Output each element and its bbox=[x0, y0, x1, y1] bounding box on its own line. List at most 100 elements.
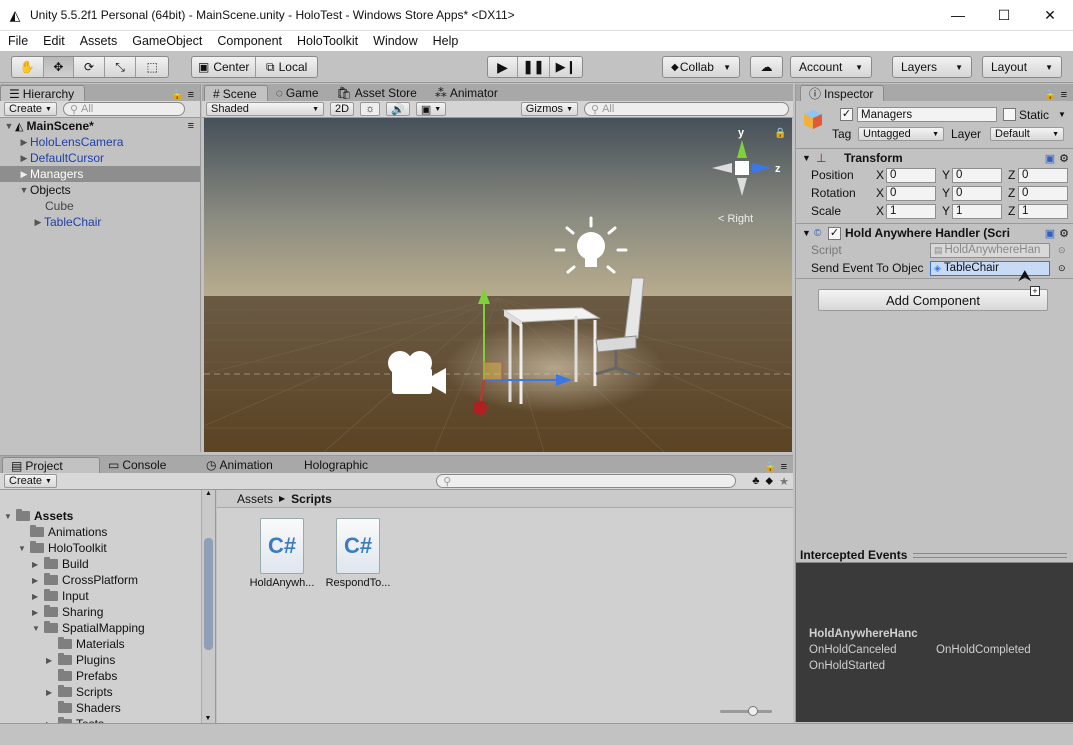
project-search-input[interactable]: ⚲ bbox=[436, 474, 737, 488]
scene-search-input[interactable]: ⚲ All bbox=[584, 102, 789, 116]
tab-animation[interactable]: ◷ Animation bbox=[198, 457, 296, 473]
icon-size-slider[interactable] bbox=[720, 706, 772, 716]
tab-game[interactable]: ◌ Game bbox=[268, 85, 329, 101]
panel-menu-icon[interactable]: ≡ bbox=[1061, 89, 1067, 101]
intercepted-events-header[interactable]: Intercepted Events bbox=[796, 548, 1073, 563]
collapsed-arrow-icon[interactable]: ▶ bbox=[46, 688, 58, 697]
menu-gameobject[interactable]: GameObject bbox=[124, 34, 209, 48]
collapsed-arrow-icon[interactable]: ▶ bbox=[32, 560, 44, 569]
tab-animator[interactable]: ⁂ Animator bbox=[427, 85, 508, 101]
object-picker-icon[interactable]: ⊙ bbox=[1058, 263, 1066, 274]
tree-item[interactable]: Animations bbox=[0, 524, 107, 540]
menu-window[interactable]: Window bbox=[365, 34, 424, 48]
scale-z-input[interactable]: 1 bbox=[1018, 203, 1068, 219]
active-checkbox[interactable]: ✓ bbox=[840, 108, 853, 121]
account-dropdown[interactable]: Account ▼ bbox=[790, 56, 872, 78]
hierarchy-item-defaultcursor[interactable]: ▶ DefaultCursor bbox=[0, 150, 200, 166]
filter-label-icon[interactable]: ⬥ bbox=[765, 475, 773, 488]
rect-tool-button[interactable]: ⬚ bbox=[136, 57, 168, 77]
center-toggle[interactable]: ▣ Center bbox=[192, 57, 257, 77]
breadcrumb-assets[interactable]: Assets bbox=[237, 492, 273, 506]
hierarchy-create-button[interactable]: Create ▼ bbox=[4, 102, 57, 116]
tree-item[interactable]: Prefabs bbox=[0, 668, 117, 684]
expand-arrow-icon[interactable]: ▼ bbox=[18, 544, 30, 553]
step-button[interactable]: ▶❙ bbox=[550, 57, 582, 77]
rotation-x-input[interactable]: 0 bbox=[886, 185, 936, 201]
tree-item[interactable]: ▼ Assets bbox=[0, 508, 73, 524]
tab-inspector[interactable]: ⓘ Inspector bbox=[800, 85, 885, 101]
tree-item[interactable]: ▶ Scripts bbox=[0, 684, 113, 700]
panel-menu-icon[interactable]: ≡ bbox=[188, 89, 194, 101]
hierarchy-item-hololenscamera[interactable]: ▶ HoloLensCamera bbox=[0, 134, 200, 150]
gear-icon[interactable]: ⚙ bbox=[1059, 152, 1069, 165]
layers-dropdown[interactable]: Layers ▼ bbox=[892, 56, 972, 78]
gear-icon[interactable]: ⚙ bbox=[1059, 227, 1069, 240]
2d-toggle[interactable]: 2D bbox=[330, 102, 355, 116]
add-component-button[interactable]: Add Component bbox=[818, 289, 1048, 311]
rotation-z-input[interactable]: 0 bbox=[1018, 185, 1068, 201]
tab-holographic[interactable]: Holographic bbox=[296, 457, 378, 473]
help-icon[interactable]: ▣ bbox=[1045, 227, 1055, 240]
position-x-input[interactable]: 0 bbox=[886, 167, 936, 183]
component-header[interactable]: ▼ © ✓ Hold Anywhere Handler (Scri ▣ ⚙ bbox=[796, 224, 1073, 242]
position-z-input[interactable]: 0 bbox=[1018, 167, 1068, 183]
component-enabled-checkbox[interactable]: ✓ bbox=[828, 226, 841, 240]
hierarchy-item-managers[interactable]: ▶ Managers bbox=[0, 166, 200, 182]
layout-dropdown[interactable]: Layout ▼ bbox=[982, 56, 1062, 78]
slider-handle[interactable] bbox=[748, 706, 758, 716]
shading-mode-dropdown[interactable]: Shaded ▼ bbox=[206, 102, 324, 116]
scale-y-input[interactable]: 1 bbox=[952, 203, 1002, 219]
hierarchy-search-input[interactable]: ⚲ All bbox=[62, 102, 185, 116]
move-tool-button[interactable]: ✥ bbox=[43, 57, 75, 77]
hierarchy-item-scene[interactable]: ▼ ◭ MainScene* ≡ bbox=[0, 118, 200, 134]
tree-item[interactable]: ▶ CrossPlatform bbox=[0, 572, 138, 588]
hierarchy-item-objects[interactable]: ▼ Objects bbox=[0, 182, 200, 198]
help-icon[interactable]: ▣ bbox=[1045, 152, 1055, 165]
static-checkbox[interactable] bbox=[1003, 108, 1016, 121]
hierarchy-item-cube[interactable]: Cube bbox=[0, 198, 200, 214]
lighting-toggle[interactable]: ☼ bbox=[360, 102, 381, 116]
position-y-input[interactable]: 0 bbox=[952, 167, 1002, 183]
scale-x-input[interactable]: 1 bbox=[886, 203, 936, 219]
gizmo-lock-icon[interactable]: 🔒 bbox=[774, 127, 786, 139]
transform-header[interactable]: ▼ ⊥ Transform ▣ ⚙ bbox=[796, 149, 1073, 167]
tree-item[interactable]: ▼ SpatialMapping bbox=[0, 620, 145, 636]
play-button[interactable]: ▶ bbox=[488, 57, 518, 77]
asset-file[interactable]: C# HoldAnywh... bbox=[247, 518, 317, 589]
panel-menu-icon[interactable]: ≡ bbox=[781, 461, 787, 473]
breadcrumb-scripts[interactable]: Scripts bbox=[291, 492, 332, 506]
asset-file[interactable]: C# RespondTo... bbox=[323, 518, 393, 589]
effects-dropdown[interactable]: ▣ ▼ bbox=[415, 102, 447, 116]
tree-item[interactable]: ▶ Sharing bbox=[0, 604, 103, 620]
rotate-tool-button[interactable]: ⟳ bbox=[74, 57, 105, 77]
collapsed-arrow-icon[interactable]: ▶ bbox=[32, 608, 44, 617]
tab-hierarchy[interactable]: ☰ Hierarchy bbox=[0, 85, 86, 101]
expand-arrow-icon[interactable]: ▼ bbox=[4, 512, 16, 521]
tab-project[interactable]: ▤ Project bbox=[2, 457, 100, 473]
tab-scene[interactable]: # Scene bbox=[204, 85, 268, 101]
tree-item[interactable]: Shaders bbox=[0, 700, 121, 716]
hand-tool-button[interactable]: ✋ bbox=[12, 57, 44, 77]
minimize-button[interactable]: — bbox=[935, 0, 981, 31]
scene-viewport[interactable]: y z < Right 🔒 bbox=[204, 118, 792, 452]
menu-component[interactable]: Component bbox=[209, 34, 289, 48]
lock-icon[interactable]: 🔒 bbox=[1044, 90, 1056, 101]
tag-dropdown[interactable]: Untagged ▼ bbox=[858, 127, 944, 141]
menu-help[interactable]: Help bbox=[425, 34, 466, 48]
rotation-y-input[interactable]: 0 bbox=[952, 185, 1002, 201]
lock-icon[interactable]: 🔒 bbox=[764, 462, 776, 473]
tab-console[interactable]: ▭ Console bbox=[100, 457, 198, 473]
lock-icon[interactable]: 🔒 bbox=[171, 90, 183, 101]
tab-asset-store[interactable]: 🛍 Asset Store bbox=[329, 85, 427, 101]
favorite-star-icon[interactable]: ★ bbox=[779, 475, 789, 488]
tree-item[interactable]: ▶ Plugins bbox=[0, 652, 115, 668]
close-button[interactable]: ✕ bbox=[1027, 0, 1073, 31]
scene-menu-icon[interactable]: ≡ bbox=[188, 120, 194, 132]
tree-scrollbar[interactable]: ▲ ▼ bbox=[201, 490, 215, 724]
resize-grip[interactable] bbox=[913, 552, 1067, 558]
audio-toggle[interactable]: 🔊 bbox=[386, 102, 410, 116]
gizmo-view-label[interactable]: < Right bbox=[718, 213, 753, 225]
tree-item[interactable]: ▼ HoloToolkit bbox=[0, 540, 107, 556]
menu-edit[interactable]: Edit bbox=[35, 34, 72, 48]
scrollbar-thumb[interactable] bbox=[204, 538, 213, 650]
